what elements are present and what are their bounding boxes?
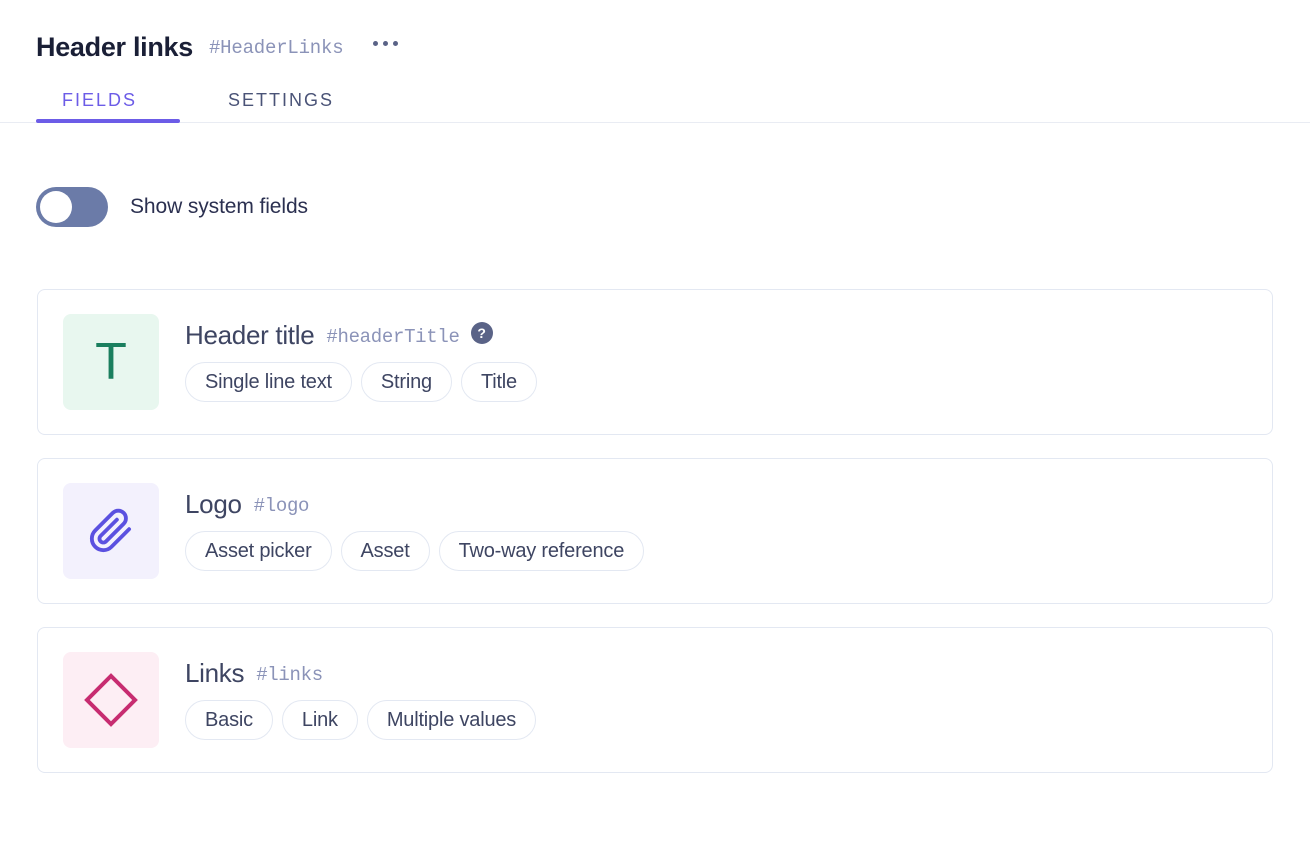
field-tag-list: Basic Link Multiple values — [185, 700, 537, 740]
show-system-fields-toggle[interactable] — [36, 187, 108, 227]
field-card-logo[interactable]: Logo #logo Asset picker Asset Two-way re… — [37, 458, 1273, 604]
field-api-id: #headerTitle — [326, 325, 460, 348]
diamond-icon-glyph — [84, 673, 138, 727]
tab-settings[interactable]: SETTINGS — [228, 91, 334, 122]
field-tag[interactable]: Link — [281, 700, 358, 740]
field-title: Header title — [185, 320, 315, 350]
field-title-row: Logo #logo — [185, 491, 644, 517]
ellipsis-icon[interactable] — [371, 35, 400, 52]
field-card-links[interactable]: Links #links Basic Link Multiple values — [37, 627, 1273, 773]
field-tag-list: Single line text String Title — [185, 362, 537, 402]
paperclip-icon-glyph — [89, 508, 132, 553]
text-icon: T — [63, 314, 159, 410]
field-title: Links — [185, 658, 245, 688]
field-tag[interactable]: Two-way reference — [438, 531, 645, 571]
field-tag[interactable]: Multiple values — [366, 700, 537, 740]
active-tab-indicator — [36, 119, 180, 123]
field-tag[interactable]: String — [360, 362, 452, 402]
tab-fields[interactable]: FIELDS — [62, 91, 137, 122]
field-tag[interactable]: Single line text — [185, 362, 352, 402]
field-tag[interactable]: Title — [460, 362, 537, 402]
field-tag[interactable]: Asset picker — [185, 531, 332, 571]
fields-list: T Header title #headerTitle ? Single lin… — [0, 289, 1310, 773]
field-title: Logo — [185, 489, 242, 519]
field-card-body: Header title #headerTitle ? Single line … — [185, 322, 537, 402]
ellipsis-dot — [373, 40, 379, 46]
field-tag[interactable]: Basic — [185, 700, 273, 740]
paperclip-icon — [63, 483, 159, 579]
field-card-body: Links #links Basic Link Multiple values — [185, 660, 537, 740]
field-api-id: #logo — [253, 494, 310, 517]
toggle-knob — [40, 191, 72, 223]
ellipsis-dot — [383, 40, 389, 46]
fields-page: Header links #HeaderLinks FIELDS SETTING… — [0, 0, 1310, 860]
field-card-body: Logo #logo Asset picker Asset Two-way re… — [185, 491, 645, 571]
show-system-fields-row: Show system fields — [0, 187, 1310, 227]
page-header: Header links #HeaderLinks — [0, 0, 1310, 60]
field-title-row: Links #links — [185, 660, 536, 686]
help-icon[interactable]: ? — [470, 322, 493, 344]
field-title-row: Header title #headerTitle ? — [185, 322, 537, 348]
show-system-fields-label: Show system fields — [130, 195, 308, 218]
page-title: Header links — [36, 31, 193, 62]
field-tag[interactable]: Asset — [340, 531, 430, 571]
page-api-id: #HeaderLinks — [208, 36, 344, 59]
tab-bar: FIELDS SETTINGS — [0, 74, 1310, 123]
field-api-id: #links — [256, 663, 323, 686]
diamond-icon — [63, 652, 159, 748]
field-tag-list: Asset picker Asset Two-way reference — [185, 531, 645, 571]
ellipsis-dot — [393, 40, 399, 46]
field-card-header-title[interactable]: T Header title #headerTitle ? Single lin… — [37, 289, 1273, 435]
text-icon-glyph: T — [95, 333, 127, 391]
